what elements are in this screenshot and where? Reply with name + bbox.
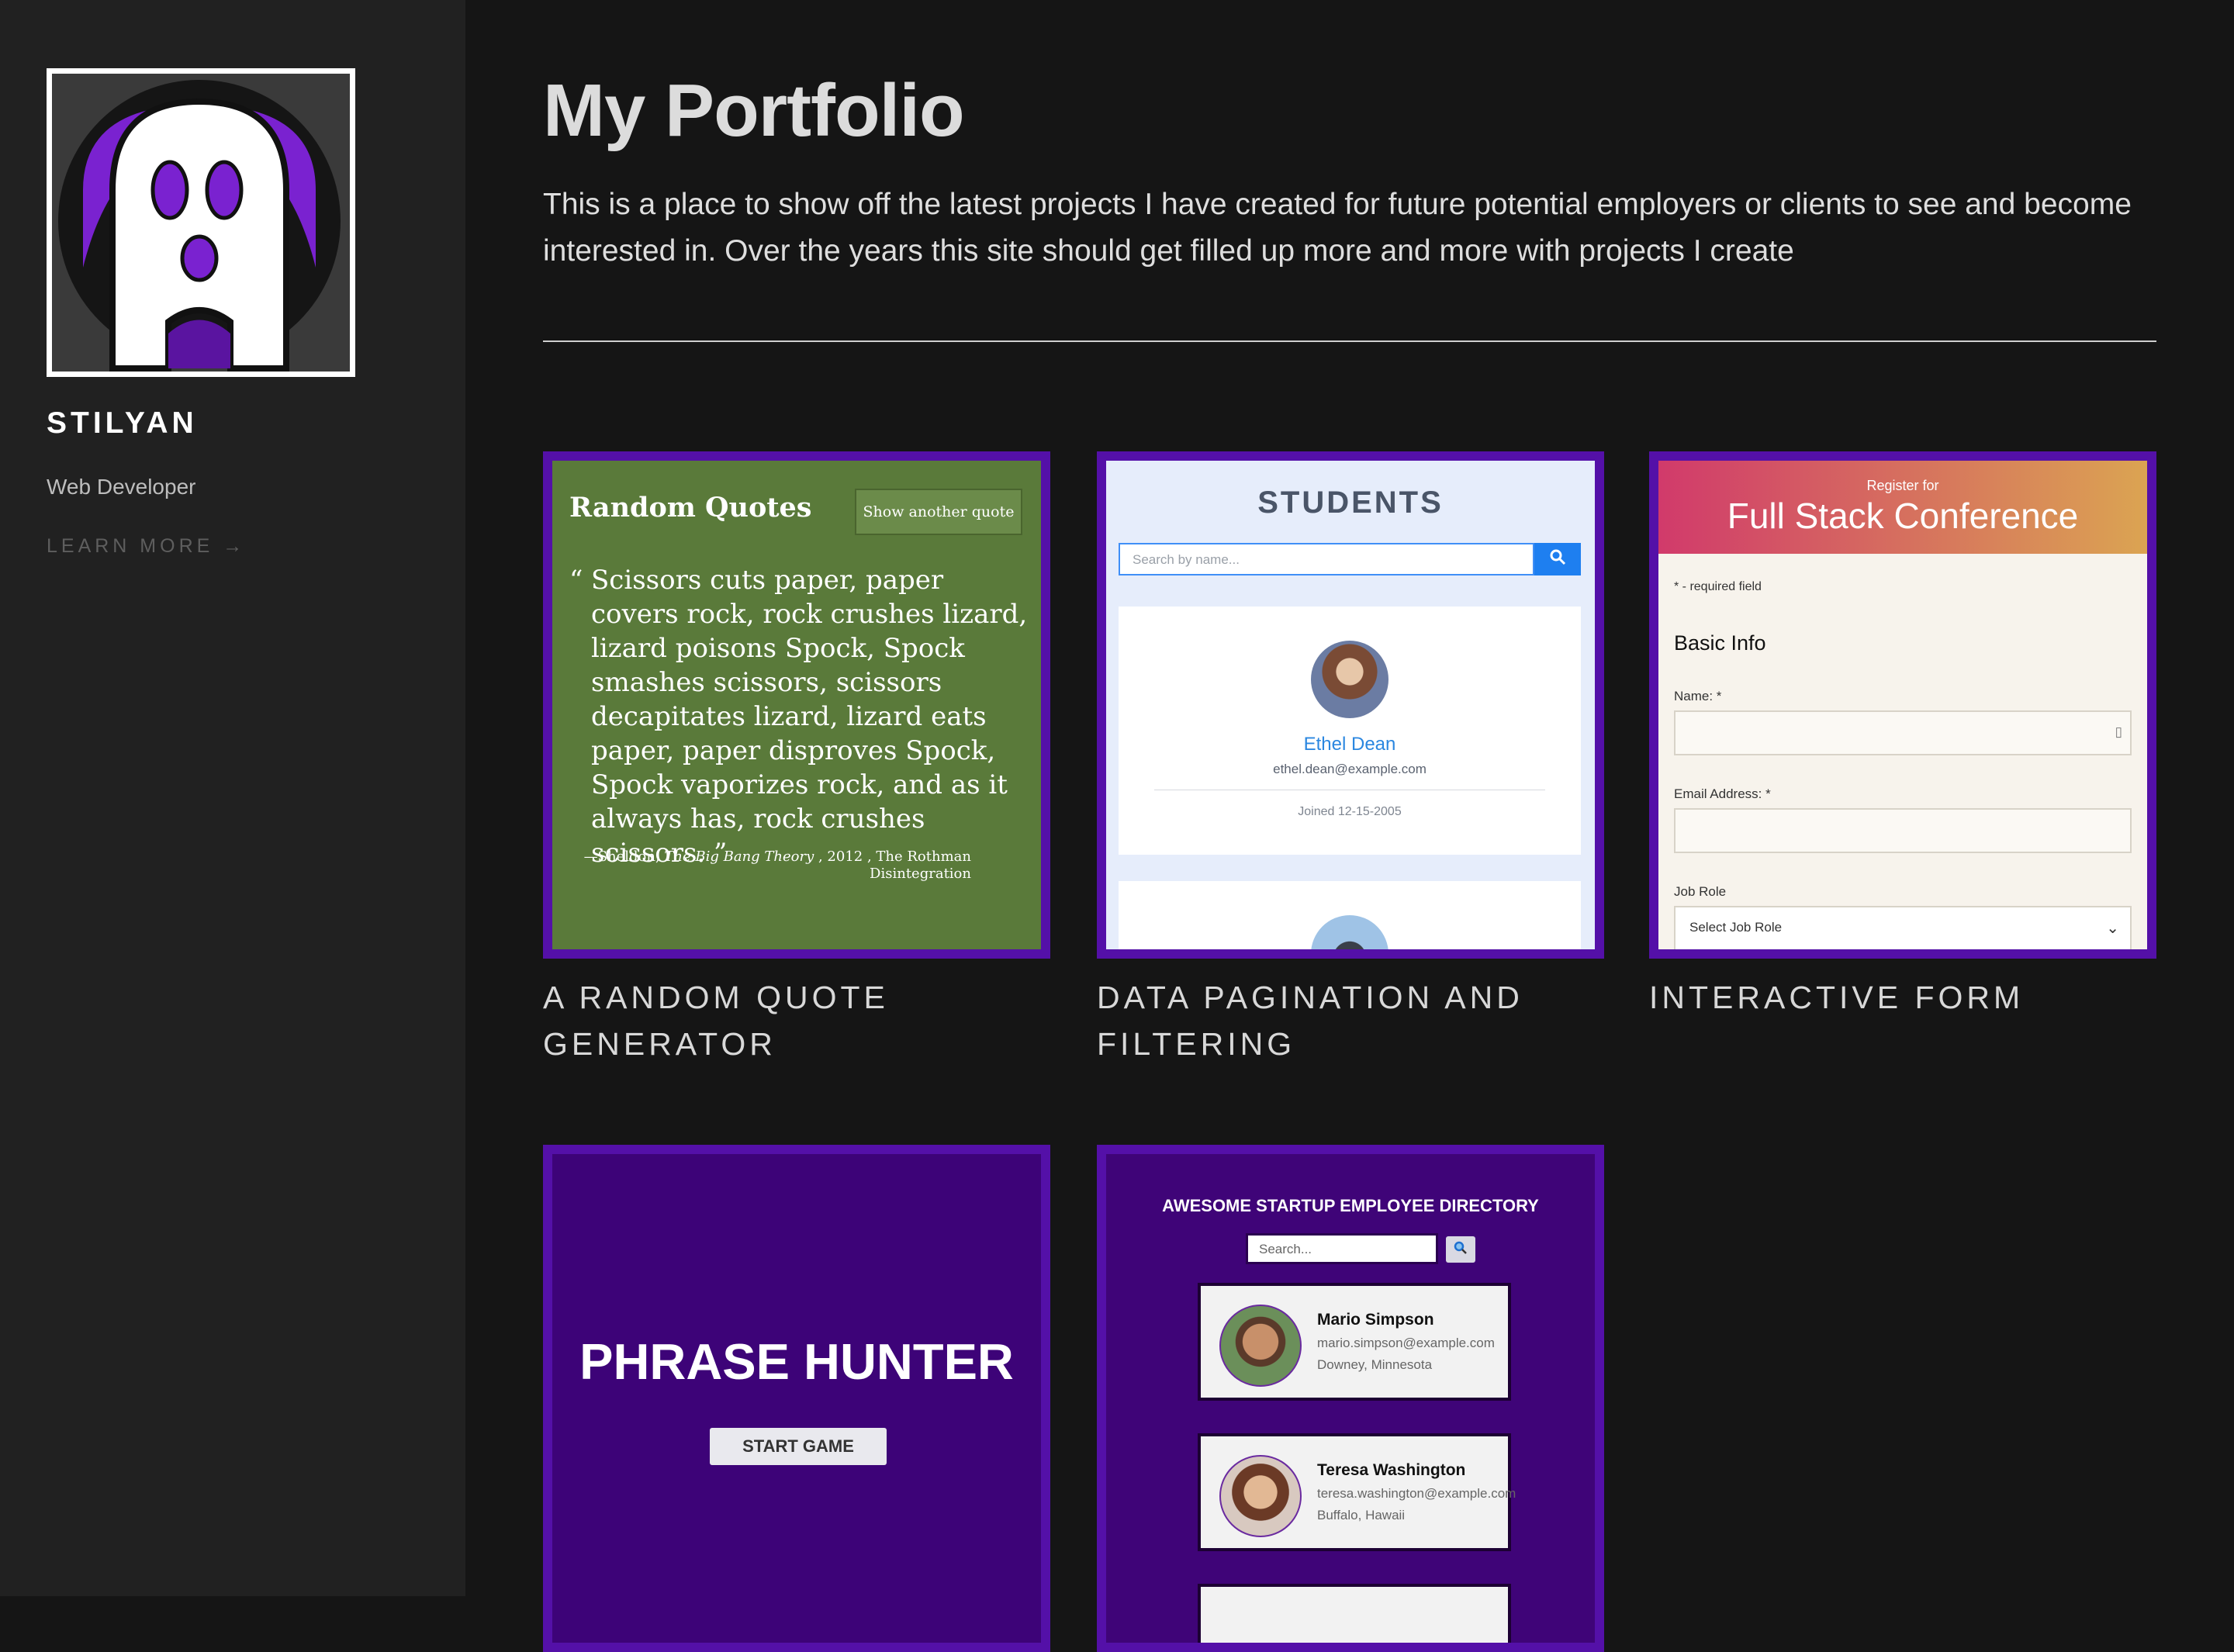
employee-location: Buffalo, Hawaii [1317,1508,1406,1522]
learn-more-link[interactable]: LEARN MORE → [47,535,246,558]
employee-card: Teresa Washington teresa.washington@exam… [1198,1433,1516,1551]
magnifier-icon [1454,1241,1467,1254]
student-email: ethel.dean@example.com [1273,762,1427,776]
project-thumbnail-data-pagination[interactable]: STUDENTS Search by name... Ethel Dean et… [1097,451,1604,959]
owner-name: STILYAN [47,406,198,440]
employee-card [1198,1584,1511,1643]
chevron-down-icon: ⌄ [2106,920,2119,937]
quote-source-prefix: —Sheldon, [583,848,665,865]
start-game-button: START GAME [710,1428,887,1465]
avatar [47,68,355,377]
employee-email: mario.simpson@example.com [1317,1336,1495,1350]
student-card: Ethel Dean ethel.dean@example.com Joined… [1119,607,1581,855]
employee-location: Downey, Minnesota [1317,1357,1433,1372]
owner-role: Web Developer [47,475,196,499]
ghost-logo-icon [58,80,341,372]
search-icon [1550,549,1566,565]
email-field [1674,808,2132,853]
thumb-title: PHRASE HUNTER [579,1333,1014,1390]
project-card-interactive-form: Register for Full Stack Conference * - r… [1649,451,2156,1021]
job-role-value: Select Job Role [1689,920,1783,935]
project-caption: INTERACTIVE FORM [1649,980,2025,1015]
sidebar: STILYAN Web Developer LEARN MORE → [0,0,465,1596]
form-header: Register for Full Stack Conference [1658,461,2147,554]
email-label: Email Address: * [1674,786,1771,801]
search-button [1446,1236,1475,1263]
form-section-title: Basic Info [1674,631,1766,655]
project-caption: A RANDOM QUOTE GENERATOR [543,980,889,1062]
required-note: * - required field [1674,580,1762,593]
project-thumbnail-random-quote[interactable]: Random Quotes Show another quote “ Sciss… [543,451,1050,959]
employee-name: Teresa Washington [1317,1461,1466,1479]
employee-name: Mario Simpson [1317,1311,1434,1329]
student-avatar [1311,641,1388,718]
job-role-select: Select Job Role ⌄ [1674,906,2132,949]
show-another-quote-button: Show another quote [855,489,1022,535]
quote-source-work: The Big Bang Theory [664,848,814,865]
project-card-phrase-hunter: PHRASE HUNTER START GAME [543,1145,1050,1652]
name-field: ▯ [1674,710,2132,755]
student-search-input: Search by name... [1119,543,1534,575]
student-avatar [1311,915,1388,949]
project-thumbnail-employee-directory[interactable]: AWESOME STARTUP EMPLOYEE DIRECTORY Searc… [1097,1145,1604,1652]
search-button [1534,543,1581,575]
open-quote-mark: “ [569,565,583,596]
employee-avatar [1219,1305,1302,1387]
student-name: Ethel Dean [1303,734,1396,755]
employee-search-input: Search... [1246,1233,1438,1264]
quote-text: “ Scissors cuts paper, paper covers rock… [569,563,1035,870]
job-role-label: Job Role [1674,884,1727,899]
project-card-employee-directory: AWESOME STARTUP EMPLOYEE DIRECTORY Searc… [1097,1145,1604,1652]
employee-avatar [1219,1455,1302,1537]
page-title: My Portfolio [543,69,965,152]
quote-body: Scissors cuts paper, paper covers rock, … [591,565,1028,869]
form-conference-title: Full Stack Conference [1727,496,2079,536]
form-register-label: Register for [1866,478,1939,493]
thumb-title: Random Quotes [569,492,812,524]
project-card-random-quote: Random Quotes Show another quote “ Sciss… [543,451,1050,1067]
thumb-title: STUDENTS [1257,486,1444,520]
project-thumbnail-interactive-form[interactable]: Register for Full Stack Conference * - r… [1649,451,2156,959]
student-card [1119,881,1581,949]
project-thumbnail-phrase-hunter[interactable]: PHRASE HUNTER START GAME [543,1145,1050,1652]
autofill-icon: ▯ [2115,724,2122,739]
project-card-data-pagination: STUDENTS Search by name... Ethel Dean et… [1097,451,1604,1067]
quote-source-rest: , 2012 , The Rothman Disintegration [814,848,971,882]
employee-card: Mario Simpson mario.simpson@example.com … [1198,1283,1511,1401]
divider [543,340,2156,342]
employee-email: teresa.washington@example.com [1317,1486,1516,1501]
intro-text: This is a place to show off the latest p… [543,188,2132,268]
student-joined: Joined 12-15-2005 [1298,805,1402,818]
project-caption: DATA PAGINATION AND FILTERING [1097,980,1523,1062]
name-label: Name: * [1674,689,1722,703]
quote-source: —Sheldon, The Big Bang Theory , 2012 , T… [583,848,971,883]
thumb-title: AWESOME STARTUP EMPLOYEE DIRECTORY [1162,1196,1539,1215]
